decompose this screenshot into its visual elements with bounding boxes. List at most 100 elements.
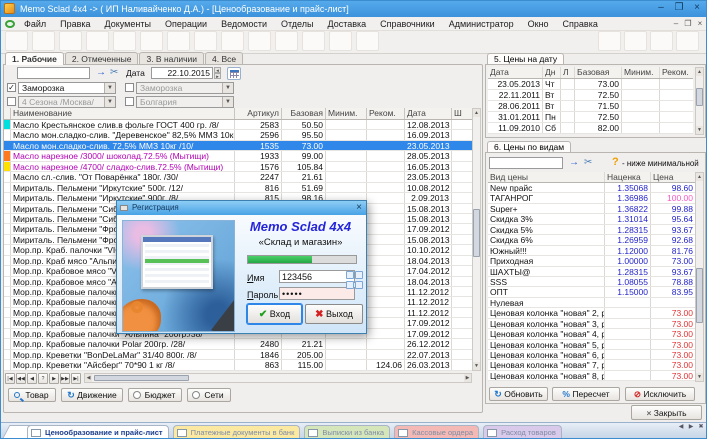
- nav-prior-button[interactable]: ◀: [27, 373, 37, 384]
- table-row[interactable]: Super+ 1.36822 99.88: [488, 204, 695, 214]
- binoculars-icon[interactable]: [248, 31, 271, 51]
- wallet-icon[interactable]: [140, 31, 163, 51]
- table-row[interactable]: Скидка 5% 1.28315 93.67: [488, 225, 695, 235]
- chevron-down-icon[interactable]: ▼: [104, 83, 115, 93]
- price-type-search-input[interactable]: [489, 157, 563, 169]
- col-min[interactable]: Миним.: [622, 67, 660, 78]
- table-row[interactable]: Масло нарезное /3000/ шоколад.72.5% (Мыт…: [4, 151, 472, 161]
- table-row[interactable]: Скидка 6% 1.26959 92.68: [488, 235, 695, 245]
- nav-last-button[interactable]: ▶|: [71, 373, 81, 384]
- table-row[interactable]: 28.06.2011 Вт 71.50: [488, 101, 693, 112]
- col-date[interactable]: Дата: [405, 108, 452, 119]
- table-row[interactable]: Ценовая колонка "новая" 8, руб 73.00: [488, 371, 695, 381]
- table-row[interactable]: ОПТ 1.15000 83.95: [488, 287, 695, 297]
- scroll-thumb[interactable]: [696, 268, 703, 323]
- table-row[interactable]: Масло сл.-слив. "От Поварёнка" 180г. /30…: [4, 172, 472, 182]
- clipboard-check-icon[interactable]: [356, 31, 379, 51]
- col-rekom[interactable]: Реком.: [367, 108, 405, 119]
- table-row[interactable]: 11.09.2010 Сб 82.00: [488, 123, 693, 134]
- col-min[interactable]: Миним.: [326, 108, 367, 119]
- col-day[interactable]: Дн: [543, 67, 561, 78]
- edit-document-icon[interactable]: [113, 31, 136, 51]
- scroll-down-icon[interactable]: ▼: [473, 362, 480, 370]
- exclude-button[interactable]: ⊘ Исключить: [625, 387, 695, 401]
- col-markup[interactable]: Наценка: [605, 172, 651, 182]
- chevron-down-icon[interactable]: ▼: [222, 97, 233, 107]
- menu-item[interactable]: Справка: [556, 17, 605, 31]
- menu-item[interactable]: Ведомости: [214, 17, 274, 31]
- taskbar-tab-pricing[interactable]: Ценообразование и прайс-лист: [27, 425, 169, 439]
- mdi-restore-button[interactable]: ❐: [683, 19, 693, 29]
- exit-button[interactable]: ✖ Выход: [305, 304, 363, 324]
- table-row[interactable]: Масло мон.сладко-слив. "Деревенское" 82,…: [4, 130, 472, 140]
- chip-icon[interactable]: [598, 31, 621, 51]
- col-artikul[interactable]: Артикул: [235, 108, 282, 119]
- nav-next-page-button[interactable]: ▶▶: [60, 373, 70, 384]
- date-spin-up[interactable]: ▸: [214, 73, 221, 79]
- scroll-thumb[interactable]: [94, 375, 189, 381]
- taskbar-tab-payments[interactable]: Платежные документы в банк: [173, 425, 301, 439]
- nav-search-button[interactable]: ?: [38, 373, 48, 384]
- taskbar-scroll-right-button[interactable]: ▶: [687, 423, 695, 432]
- table-vertical-scrollbar[interactable]: ▲ ▼: [472, 108, 481, 371]
- filter-checkbox[interactable]: [125, 83, 134, 92]
- menu-item[interactable]: Отделы: [274, 17, 321, 31]
- table-row[interactable]: 23.05.2013 Чт 73.00: [488, 79, 693, 90]
- table-row[interactable]: ШАХТЫ@ 1.28315 93.67: [488, 267, 695, 277]
- table-row[interactable]: Мириталь. Пельмени "Иркутские" 500г. /12…: [4, 183, 472, 193]
- filter-checkbox[interactable]: [7, 97, 16, 106]
- table-row[interactable]: Скидка 3% 1.31014 95.64: [488, 214, 695, 224]
- taskbar-scroll-left-button[interactable]: ◀: [677, 423, 685, 432]
- calendar-icon[interactable]: [227, 67, 241, 80]
- taskbar-tab-cash-orders[interactable]: Кассовые ордера: [394, 425, 479, 439]
- col-base[interactable]: Базовая: [282, 108, 326, 119]
- col-sh[interactable]: Ш: [452, 108, 466, 119]
- nav-prior-page-button[interactable]: ◀◀: [16, 373, 26, 384]
- types-vertical-scrollbar[interactable]: ▲ ▼: [695, 172, 704, 382]
- scroll-right-icon[interactable]: ▶: [464, 374, 471, 382]
- table-row[interactable]: Масло нарезное /4700/ сладко-слив.72.5% …: [4, 162, 472, 172]
- table-row[interactable]: Нулевая: [488, 298, 695, 308]
- page-tab[interactable]: 1. Рабочие: [5, 52, 64, 65]
- scroll-up-icon[interactable]: ▲: [696, 173, 703, 181]
- chevron-down-icon[interactable]: ▼: [222, 83, 233, 93]
- payment-card-icon[interactable]: [86, 31, 109, 51]
- col-kind[interactable]: Вид цены: [488, 172, 605, 182]
- minimize-button[interactable]: –: [652, 1, 670, 14]
- filter-checkbox[interactable]: ✓: [7, 83, 16, 92]
- menu-item[interactable]: Правка: [53, 17, 97, 31]
- filter-combobox[interactable]: Заморозка ▼: [18, 82, 116, 94]
- package-box-icon[interactable]: [167, 31, 190, 51]
- maximize-button[interactable]: ❐: [670, 1, 688, 14]
- table-row[interactable]: Южный!!! 1.12000 81.76: [488, 246, 695, 256]
- table-row[interactable]: Мор.пр. Креветки "BonDeLaMar" 31/40 800г…: [4, 350, 472, 360]
- person-icon[interactable]: [194, 31, 217, 51]
- login-button[interactable]: ✔ Вход: [247, 304, 302, 324]
- search-go-icon[interactable]: →: [569, 157, 579, 169]
- table-row[interactable]: SSS 1.08055 78.88: [488, 277, 695, 287]
- dvizhenie-button[interactable]: ↻ Движение: [61, 388, 123, 402]
- col-name[interactable]: Наименование: [11, 108, 235, 119]
- table-row[interactable]: 22.11.2011 Вт 72.50: [488, 90, 693, 101]
- password-field[interactable]: [279, 287, 355, 300]
- table-row[interactable]: Мор.пр. Креветки "Айсберг" 70*90 1 кг /8…: [4, 360, 472, 370]
- date-input[interactable]: [151, 67, 213, 79]
- menu-item[interactable]: Операции: [158, 17, 214, 31]
- close-button[interactable]: ×: [688, 1, 706, 14]
- menu-item[interactable]: Окно: [521, 17, 556, 31]
- globe-icon[interactable]: [624, 31, 647, 51]
- nav-first-button[interactable]: |◀: [5, 373, 15, 384]
- close-panel-button[interactable]: × Закрыть: [631, 405, 702, 420]
- taskbar-close-button[interactable]: ✖: [697, 423, 705, 432]
- table-row[interactable]: Приходная 1.00000 73.00: [488, 256, 695, 266]
- scroll-up-icon[interactable]: ▲: [696, 68, 703, 76]
- shopping-cart-icon[interactable]: [275, 31, 298, 51]
- delete-document-icon[interactable]: [32, 31, 55, 51]
- name-field[interactable]: [279, 270, 355, 283]
- scroll-thumb[interactable]: [473, 209, 480, 257]
- dialog-close-icon[interactable]: ×: [356, 201, 362, 215]
- table-row[interactable]: Ценовая колонка "новая" 5, руб 73.00: [488, 340, 695, 350]
- table-row[interactable]: Ценовая колонка "новая" 4, руб 73.00: [488, 329, 695, 339]
- mdi-close-button[interactable]: ×: [695, 19, 705, 29]
- filter-checkbox[interactable]: [125, 97, 134, 106]
